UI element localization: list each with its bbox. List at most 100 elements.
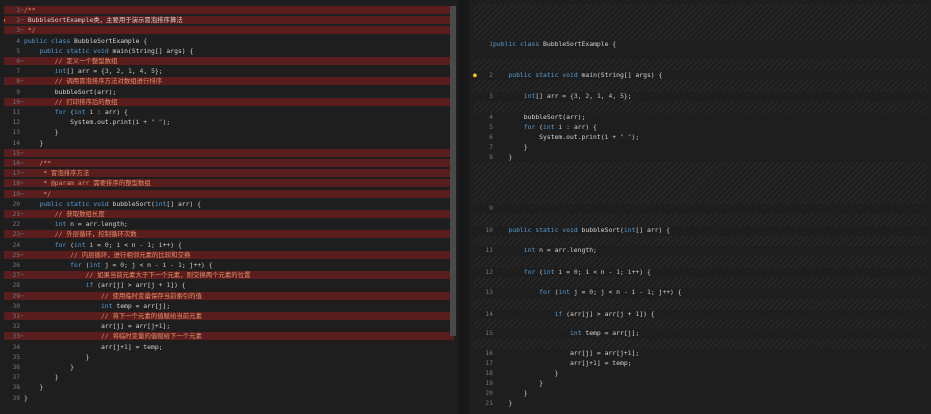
code-line[interactable]: 20 } <box>473 389 927 397</box>
code-line[interactable]: 10 public static void bubbleSort(int[] a… <box>473 226 927 234</box>
code-line[interactable]: 27− // 如果当前元素大于下一个元素，则交换两个元素的位置 <box>4 271 454 280</box>
line-code: bubbleSort(arr); <box>24 88 117 96</box>
code-line[interactable]: 8− // 调用冒泡排序方法对数组进行排序 <box>4 77 454 86</box>
code-line[interactable]: 18− * @param arr 需要排序的整型数组 <box>4 179 454 188</box>
code-line[interactable]: 24 for (int i = 0; i < n - 1; i++) { <box>4 241 454 249</box>
code-line[interactable]: 1−/** <box>4 6 454 14</box>
code-line[interactable]: 4 public class BubbleSortExample { <box>4 37 454 45</box>
code-line[interactable]: 9 <box>473 204 927 212</box>
code-token: ; j < n - i - <box>593 288 647 296</box>
line-code: public static void main(String[] args) { <box>493 71 662 79</box>
lightbulb-icon[interactable]: ● <box>473 71 477 79</box>
code-line[interactable]: 12 for (int i = 0; i < n - 1; i++) { <box>473 268 927 276</box>
code-token: ] = temp; <box>127 342 163 351</box>
code-line[interactable]: 14 } <box>4 139 454 147</box>
code-line[interactable]: 2−● BubbleSortExample类，主要用于演示冒泡排序算法 <box>4 16 454 25</box>
code-line[interactable]: 26 for (int j = 0; j < n - i - 1; j++) { <box>4 261 454 269</box>
code-line[interactable]: 3− */ <box>4 26 454 35</box>
code-line[interactable]: 17− * 冒泡排序方法 <box>4 169 454 178</box>
code-line[interactable]: 19− */ <box>4 189 454 198</box>
keyword-token: int <box>523 92 536 100</box>
code-token: ]) { <box>639 310 655 318</box>
code-line[interactable]: 11 for (int i : arr) { <box>4 108 454 116</box>
code-line[interactable]: 21− // 获取数组长度 <box>4 210 454 218</box>
code-line[interactable]: 5 for (int i : arr) { <box>473 123 927 131</box>
comment-text: // 打印排序后的数组 <box>24 97 118 106</box>
code-line[interactable]: 21 } <box>473 399 927 407</box>
string-token: " " <box>150 118 163 127</box>
code-line[interactable]: 23− // 外层循环，控制循环次数 <box>4 230 454 239</box>
code-line[interactable]: 31− // 将下一个元素的值赋给当前元素 <box>4 312 454 320</box>
code-line[interactable]: 22 int n = arr.length; <box>4 220 454 228</box>
modified-editor-pane[interactable]: 1 public class BubbleSortExample { 2 ● publ… <box>473 4 927 410</box>
diff-gap-hatch <box>473 214 927 226</box>
keyword-token: public <box>39 46 63 55</box>
code-line[interactable]: 32 arr[j] = arr[j+1]; <box>4 322 454 330</box>
code-token: arr[j+ <box>493 359 594 367</box>
comment-text: // 将下一个元素的值赋给当前元素 <box>24 312 202 320</box>
diff-divider[interactable] <box>458 0 469 414</box>
lightbulb-icon[interactable]: ● <box>4 16 5 24</box>
code-token: } <box>493 399 513 407</box>
comment-text: // 调用冒泡排序方法对数组进行排序 <box>24 77 163 86</box>
code-token: n = arr.length; <box>535 246 597 254</box>
line-code: // 内层循环，进行相邻元素的比较和交换 <box>24 251 190 259</box>
code-line[interactable]: 35 } <box>4 353 454 361</box>
code-line[interactable]: 10− // 打印排序后的数组 <box>4 97 454 106</box>
code-line[interactable]: 37 } <box>4 373 454 381</box>
code-line[interactable]: 11 int n = arr.length; <box>473 246 927 254</box>
line-code: arr[j] = arr[j+1]; <box>24 322 170 330</box>
code-token: j = <box>569 288 590 296</box>
code-line[interactable]: 13 } <box>4 128 454 136</box>
original-editor-pane[interactable]: 1−/** 2−● BubbleSortExample类，主要用于演示冒泡排序算法… <box>4 4 454 410</box>
code-line[interactable]: 33− // 将临时变量的值赋给下一个元素 <box>4 332 454 341</box>
code-line[interactable]: 6 System.out.print(i + " "); <box>473 133 927 141</box>
keyword-token: static <box>66 199 90 208</box>
code-line[interactable]: 16− /** <box>4 159 454 167</box>
code-line[interactable]: 3 int[] arr = {3, 2, 1, 4, 5}; <box>473 92 927 100</box>
code-line[interactable]: 28 if (arr[j] > arr[j + 1]) { <box>4 281 454 289</box>
keyword-token: void <box>562 226 578 234</box>
code-line[interactable]: 9 bubbleSort(arr); <box>4 88 454 96</box>
code-line[interactable]: 15− <box>4 148 454 157</box>
code-line[interactable]: 30 int temp = arr[j]; <box>4 302 454 310</box>
code-token: } <box>24 383 44 392</box>
code-line[interactable]: 39 } <box>4 394 454 402</box>
line-code: // 定义一个整型数组 <box>24 57 118 65</box>
code-line[interactable]: 1 public class BubbleSortExample { <box>473 40 927 48</box>
code-line[interactable]: 14 if (arr[j] > arr[j + 1]) { <box>473 310 927 318</box>
keyword-token: int <box>74 108 86 116</box>
code-line[interactable]: 19 } <box>473 379 927 387</box>
diff-gap-hatch <box>473 59 927 71</box>
code-line[interactable]: 38 } <box>4 383 454 391</box>
keyword-token: int <box>543 123 555 131</box>
code-line[interactable]: 4 bubbleSort(arr); <box>473 113 927 121</box>
keyword-token: int <box>558 288 570 296</box>
code-line[interactable]: 7 } <box>473 143 927 151</box>
code-line[interactable]: 7 int[] arr = {3, 2, 1, 4, 5}; <box>4 67 454 75</box>
code-line[interactable]: 25− // 内层循环，进行相邻元素的比较和交换 <box>4 250 454 259</box>
code-line[interactable]: 17 arr[j+1] = temp; <box>473 359 927 367</box>
code-line[interactable]: 16 arr[j] = arr[j+1]; <box>473 349 927 357</box>
code-line[interactable]: 12 System.out.print(i + " "); <box>4 118 454 126</box>
code-line[interactable]: 15 int temp = arr[j]; <box>473 329 927 337</box>
code-line[interactable]: 5 public static void main(String[] args)… <box>4 47 454 55</box>
code-line[interactable]: 29− // 使用临时变量保存当前索引的值 <box>4 291 454 300</box>
code-line[interactable]: 18 } <box>473 369 927 377</box>
line-code: int n = arr.length; <box>493 246 597 254</box>
code-line[interactable]: 13 for (int j = 0; j < n - i - 1; j++) { <box>473 288 927 296</box>
code-line[interactable]: 34 arr[j+1] = temp; <box>4 343 454 351</box>
code-line[interactable]: 22} <box>473 409 927 410</box>
code-token: temp = arr[j]; <box>581 329 640 337</box>
code-line[interactable]: 2 ● public static void main(String[] args… <box>473 71 927 79</box>
code-line[interactable]: 8 } <box>473 153 927 161</box>
left-scrollbar[interactable] <box>450 6 456 336</box>
code-line[interactable]: 20 public static void bubbleSort(int[] a… <box>4 200 454 208</box>
code-line[interactable]: 36 } <box>4 363 454 371</box>
code-line[interactable]: 6− // 定义一个整型数组 <box>4 57 454 65</box>
line-code: } <box>493 399 512 407</box>
